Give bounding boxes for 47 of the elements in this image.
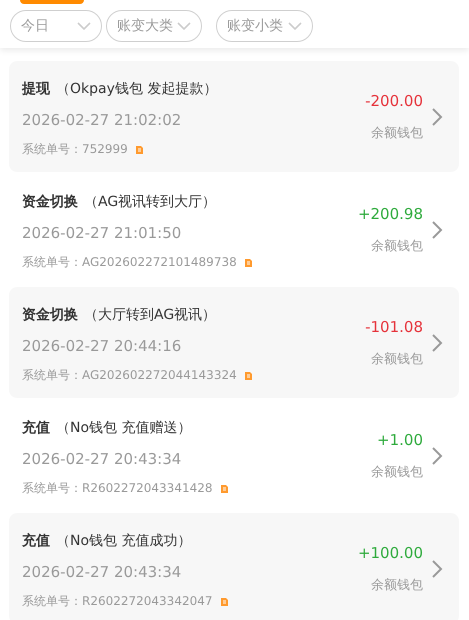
record-type: 资金切换 [22, 193, 78, 211]
record-amount: +200.98 [358, 204, 423, 222]
record-card[interactable]: 提现 （Okpay钱包 发起提款） 2026-02-27 21:02:02 系统单号：752999 -200.00 余额钱包 [9, 61, 459, 172]
chevron-down-icon [177, 22, 191, 30]
record-detail: （AG视讯转到大厅） [84, 193, 216, 211]
chevron-right-icon [431, 220, 443, 240]
chevron-right-icon [431, 446, 443, 466]
chevron-right-icon [431, 106, 443, 126]
chevron-down-icon [288, 22, 302, 30]
record-detail: （No钱包 充值成功） [56, 532, 192, 550]
copy-icon[interactable] [242, 370, 253, 381]
record-time: 2026-02-27 21:01:50 [22, 224, 182, 244]
record-amount: +1.00 [377, 430, 423, 448]
order-number: 系统单号：R2602272043342047 [22, 593, 212, 610]
record-type: 资金切换 [22, 306, 78, 324]
copy-icon[interactable] [242, 257, 253, 268]
chevron-down-icon [77, 22, 91, 30]
record-time: 2026-02-27 20:43:34 [22, 450, 182, 470]
wallet-name: 余额钱包 [371, 238, 423, 254]
wallet-name: 余额钱包 [371, 124, 423, 142]
chevron-right-icon [431, 558, 443, 578]
chevron-right-icon [431, 332, 443, 352]
record-detail: （No钱包 充值赠送） [56, 419, 192, 437]
record-time: 2026-02-27 20:43:34 [22, 563, 182, 583]
record-time: 2026-02-27 21:02:02 [22, 111, 182, 131]
record-card[interactable]: 充值 （No钱包 充值成功） 2026-02-27 20:43:34 系统单号：R2602272043342047 +100.00 余额钱包 [9, 513, 459, 620]
wallet-name: 余额钱包 [371, 350, 423, 368]
record-detail: （大厅转到AG视讯） [84, 306, 216, 324]
copy-icon[interactable] [218, 483, 228, 494]
wallet-name: 余额钱包 [371, 576, 423, 594]
copy-icon[interactable] [218, 596, 228, 607]
record-amount: +100.00 [358, 544, 423, 562]
tab-indicator [20, 0, 84, 4]
record-type: 充值 [22, 532, 50, 550]
record-type: 提现 [22, 80, 50, 98]
record-card[interactable]: 资金切换 （大厅转到AG视讯） 2026-02-27 20:44:16 系统单号：AG202602272044143324 -101.08 余额钱包 [9, 287, 459, 398]
record-amount: -200.00 [365, 92, 423, 110]
order-number: 系统单号：AG202602272101489738 [22, 254, 237, 271]
order-number: 系统单号：R2602272043341428 [22, 480, 212, 497]
record-detail: （Okpay钱包 发起提款） [56, 80, 218, 98]
order-number: 系统单号：AG202602272044143324 [22, 367, 237, 384]
record-time: 2026-02-27 20:44:16 [22, 337, 182, 357]
order-number: 系统单号：752999 [22, 141, 128, 158]
record-amount: -101.08 [365, 318, 423, 336]
wallet-name: 余额钱包 [371, 464, 423, 480]
record-type: 充值 [22, 419, 50, 437]
copy-icon[interactable] [134, 144, 144, 155]
